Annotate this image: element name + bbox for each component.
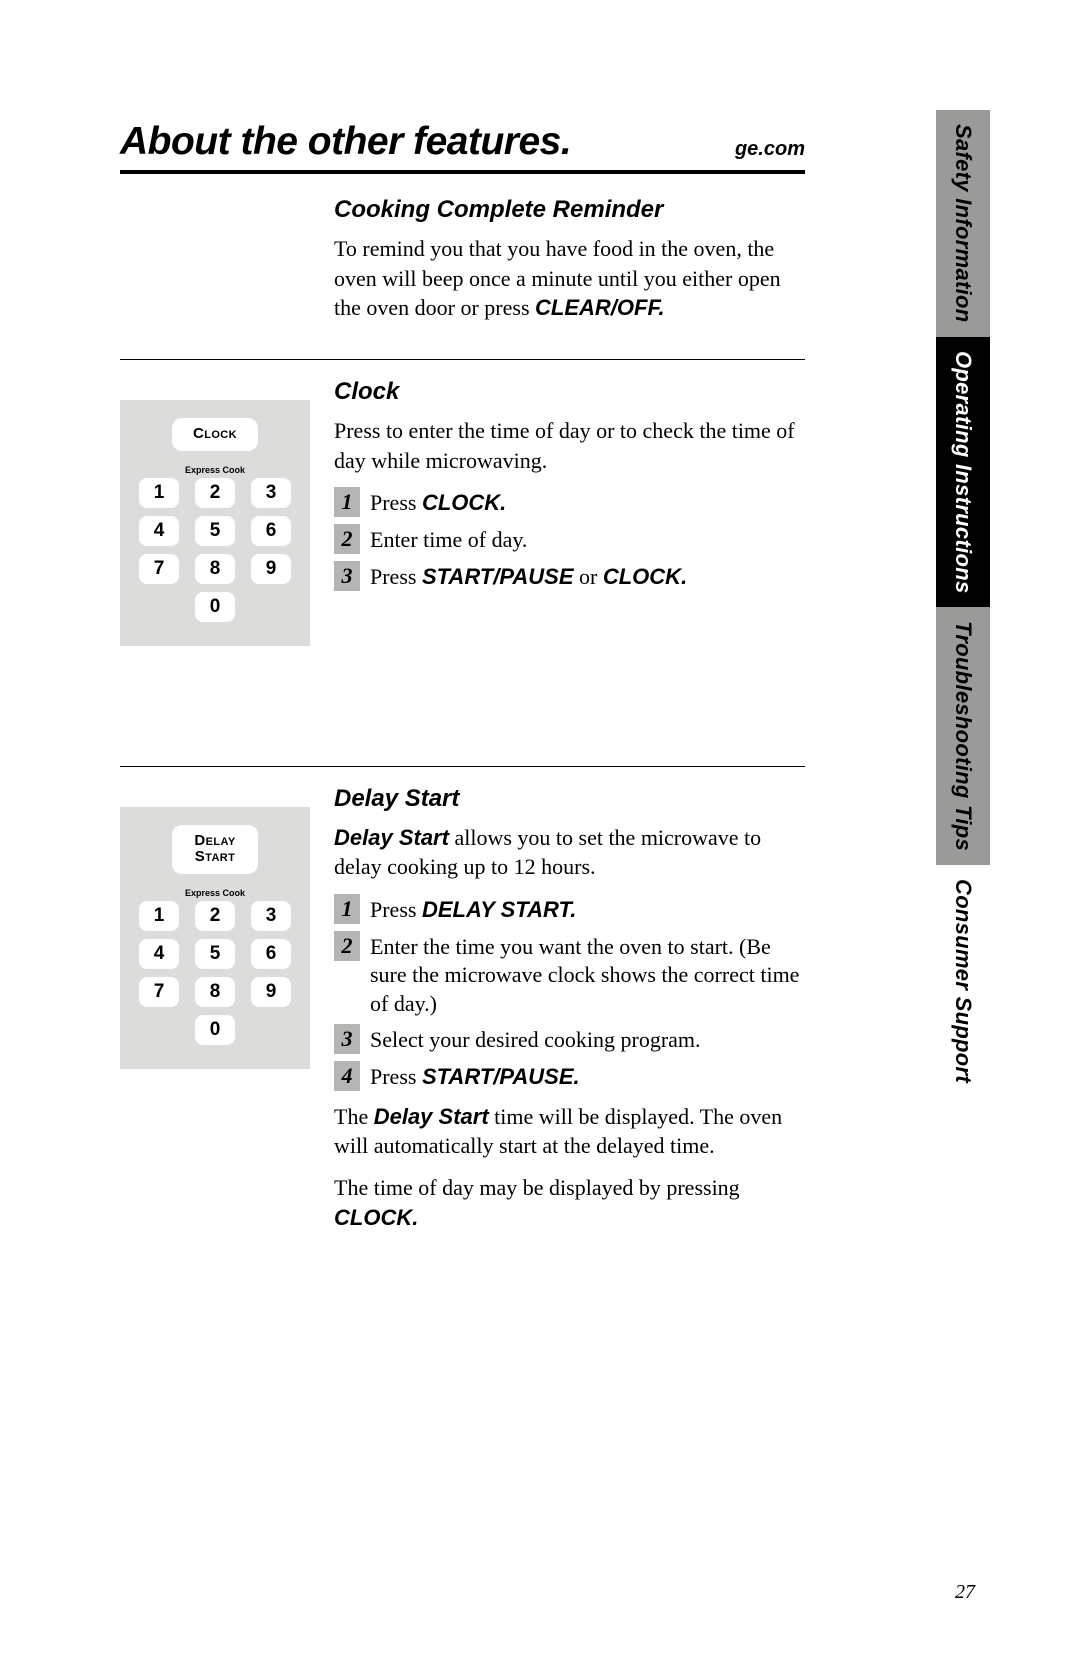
step-number: 1 [334, 487, 360, 517]
keypad-clock: Clock Express Cook 1 2 3 4 5 6 7 8 9 0 [120, 400, 310, 646]
express-label: Express Cook [185, 465, 245, 475]
express-label: Express Cook [185, 888, 245, 898]
divider-1 [120, 359, 805, 360]
step-clock-2: 2 Enter time of day. [334, 524, 805, 555]
tab-operating[interactable]: Operating Instructions [936, 337, 990, 608]
page-header: About the other features. ge.com [120, 120, 805, 164]
heading-clock: Clock [334, 378, 805, 406]
section-clock: Clock Express Cook 1 2 3 4 5 6 7 8 9 0 C… [120, 378, 805, 646]
step-number: 3 [334, 1024, 360, 1054]
keypad-delay: DelayStart Express Cook 1 2 3 4 5 6 7 8 … [120, 807, 310, 1069]
step-clock-3: 3 Press START/PAUSE or CLOCK. [334, 561, 805, 592]
page-title: About the other features. [120, 120, 571, 164]
step-text: Press DELAY START. [370, 894, 576, 925]
body-delay-after1: The Delay Start time will be displayed. … [334, 1102, 805, 1161]
step-text: Press CLOCK. [370, 487, 506, 518]
heading-reminder: Cooking Complete Reminder [334, 196, 805, 224]
step-number: 2 [334, 524, 360, 554]
step-number: 1 [334, 894, 360, 924]
page-number: 27 [955, 1581, 975, 1604]
key-2: 2 [195, 478, 235, 508]
key-3: 3 [251, 478, 291, 508]
key-1: 1 [139, 478, 179, 508]
step-delay-1: 1 Press DELAY START. [334, 894, 805, 925]
step-text: Press START/PAUSE or CLOCK. [370, 561, 687, 592]
key-7: 7 [139, 554, 179, 584]
key-9: 9 [251, 977, 291, 1007]
key-8: 8 [195, 977, 235, 1007]
header-rule [120, 170, 805, 174]
heading-delay: Delay Start [334, 785, 805, 813]
step-delay-3: 3 Select your desired cooking program. [334, 1024, 805, 1055]
section-delay: DelayStart Express Cook 1 2 3 4 5 6 7 8 … [120, 785, 805, 1245]
step-number: 3 [334, 561, 360, 591]
tab-consumer[interactable]: Consumer Support [936, 865, 990, 1097]
divider-2 [120, 766, 805, 767]
key-8: 8 [195, 554, 235, 584]
body-delay-after2: The time of day may be displayed by pres… [334, 1173, 805, 1232]
step-text: Enter time of day. [370, 524, 527, 555]
body-clock: Press to enter the time of day or to che… [334, 416, 805, 475]
key-4: 4 [139, 939, 179, 969]
steps-clock: 1 Press CLOCK. 2 Enter time of day. 3 Pr… [334, 487, 805, 591]
body-reminder: To remind you that you have food in the … [334, 234, 805, 323]
key-3: 3 [251, 901, 291, 931]
steps-delay: 1 Press DELAY START. 2 Enter the time yo… [334, 894, 805, 1092]
body-delay: Delay Start allows you to set the microw… [334, 823, 805, 882]
step-clock-1: 1 Press CLOCK. [334, 487, 805, 518]
step-text: Select your desired cooking program. [370, 1024, 701, 1055]
key-5: 5 [195, 939, 235, 969]
tab-safety[interactable]: Safety Information [936, 110, 990, 337]
step-text: Press START/PAUSE. [370, 1061, 580, 1092]
section-reminder: Cooking Complete Reminder To remind you … [120, 196, 805, 335]
brand-link[interactable]: ge.com [735, 138, 805, 164]
step-number: 4 [334, 1061, 360, 1091]
key-4: 4 [139, 516, 179, 546]
tab-troubleshooting[interactable]: Troubleshooting Tips [936, 607, 990, 865]
clock-button-illus: Clock [172, 418, 258, 451]
delay-button-illus: DelayStart [172, 825, 258, 874]
key-6: 6 [251, 939, 291, 969]
step-delay-2: 2 Enter the time you want the oven to st… [334, 931, 805, 1019]
step-text: Enter the time you want the oven to star… [370, 931, 805, 1019]
side-tabs: Safety Information Operating Instruction… [936, 110, 990, 1097]
key-5: 5 [195, 516, 235, 546]
key-1: 1 [139, 901, 179, 931]
key-6: 6 [251, 516, 291, 546]
step-number: 2 [334, 931, 360, 961]
key-2: 2 [195, 901, 235, 931]
key-0: 0 [195, 592, 235, 622]
key-7: 7 [139, 977, 179, 1007]
key-0: 0 [195, 1015, 235, 1045]
step-delay-4: 4 Press START/PAUSE. [334, 1061, 805, 1092]
key-9: 9 [251, 554, 291, 584]
